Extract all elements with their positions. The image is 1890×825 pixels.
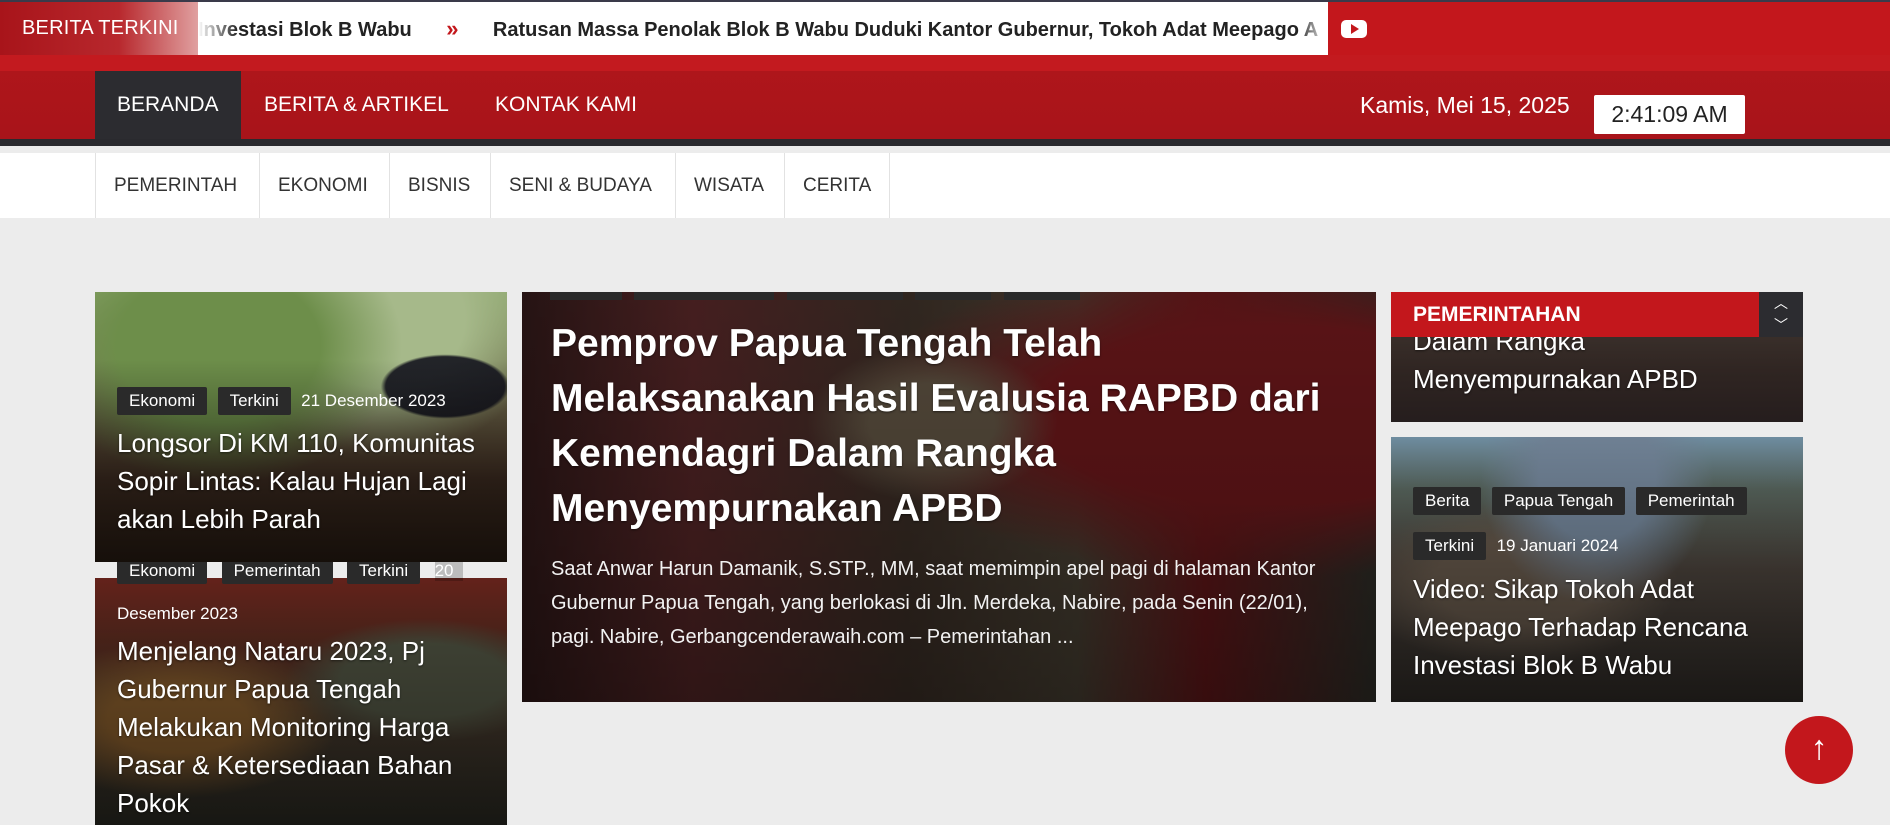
- featured-card[interactable]: Pemprov Papua Tengah Telah Melaksanakan …: [522, 292, 1376, 702]
- news-card[interactable]: Ekonomi Terkini 21 Desember 2023 Longsor…: [95, 292, 507, 562]
- category-tag[interactable]: [915, 292, 992, 300]
- category-tag[interactable]: [550, 292, 622, 300]
- featured-title[interactable]: Pemprov Papua Tengah Telah Melaksanakan …: [551, 316, 1341, 536]
- post-date: 19 Januari 2024: [1496, 536, 1619, 555]
- category-tag[interactable]: Berita: [1413, 487, 1482, 515]
- breaking-news-ticker: BERITA TERKINI Investasi Blok B Wabu » R…: [0, 0, 1890, 55]
- category-navigation: PEMERINTAH EKONOMI BISNIS SENI & BUDAYA …: [0, 153, 1890, 218]
- category-tag[interactable]: [786, 292, 903, 300]
- ticker-label: BERITA TERKINI: [0, 2, 198, 55]
- section-header: PEMERINTAHAN ︿ ﹀: [1391, 292, 1803, 337]
- card-title[interactable]: Menjelang Nataru 2023, Pj Gubernur Papua…: [117, 632, 497, 822]
- section-slider: PEMERINTAHAN ︿ ﹀ Dalam Rangka Menyempurn…: [1391, 292, 1803, 422]
- main-navigation: BERANDA BERITA & ARTIKEL KONTAK KAMI Kam…: [0, 55, 1890, 146]
- category-tag[interactable]: Terkini: [217, 387, 291, 415]
- ticker-fade: [198, 2, 238, 55]
- featured-tags: [550, 292, 1088, 305]
- news-card[interactable]: Ekonomi Pemerintah Terkini 20 Desember 2…: [95, 562, 507, 825]
- card-title[interactable]: Longsor Di KM 110, Komunitas Sopir Linta…: [117, 424, 497, 538]
- category-tag[interactable]: Terkini: [1413, 532, 1487, 560]
- youtube-button[interactable]: [1328, 2, 1380, 55]
- category-tag[interactable]: Ekonomi: [117, 562, 208, 584]
- post-date: 21 Desember 2023: [301, 391, 446, 410]
- featured-excerpt: Saat Anwar Harun Damanik, S.STP., MM, sa…: [551, 558, 1316, 648]
- category-tag[interactable]: [1003, 292, 1080, 300]
- category-tag[interactable]: Pemerintah: [221, 562, 333, 584]
- arrow-up-icon: ↑: [1810, 729, 1828, 767]
- category-tag[interactable]: Terkini: [346, 562, 421, 584]
- current-time: 2:41:09 AM: [1594, 95, 1745, 134]
- category-tag[interactable]: [634, 292, 775, 300]
- category-tag[interactable]: Papua Tengah: [1491, 487, 1626, 515]
- category-tag[interactable]: Pemerintah: [1635, 487, 1747, 515]
- chevron-down-icon[interactable]: ﹀: [1759, 314, 1803, 336]
- category-cerita[interactable]: CERITA: [784, 153, 891, 218]
- nav-item-kontak-kami[interactable]: KONTAK KAMI: [473, 71, 659, 139]
- ticker-fade: [1298, 2, 1328, 55]
- card-meta: Terkini 19 Januari 2024: [1413, 532, 1619, 560]
- ticker-track: Investasi Blok B Wabu » Ratusan Massa Pe…: [198, 2, 1328, 55]
- youtube-icon: [1341, 19, 1367, 38]
- current-date: Kamis, Mei 15, 2025: [1360, 92, 1570, 118]
- card-meta: Ekonomi Pemerintah Terkini 20: [117, 562, 463, 584]
- back-to-top-button[interactable]: ↑: [1785, 716, 1853, 784]
- card-meta: Berita Papua Tengah Pemerintah: [1413, 487, 1753, 515]
- nav-item-beranda[interactable]: BERANDA: [95, 71, 241, 139]
- section-title: PEMERINTAHAN: [1413, 303, 1581, 326]
- nav-top-strip: [0, 55, 1890, 71]
- news-card[interactable]: Berita Papua Tengah Pemerintah Terkini 1…: [1391, 437, 1803, 702]
- category-tag[interactable]: Ekonomi: [117, 387, 208, 415]
- ticker-item[interactable]: Ratusan Massa Penolak Blok B Wabu Duduki…: [493, 4, 1318, 55]
- nav-item-berita-artikel[interactable]: BERITA & ARTIKEL: [242, 71, 471, 139]
- post-date-start: 20: [434, 562, 463, 581]
- category-seni-budaya[interactable]: SENI & BUDAYA: [490, 153, 670, 218]
- category-wisata[interactable]: WISATA: [675, 153, 782, 218]
- category-pemerintah[interactable]: PEMERINTAH: [95, 153, 255, 218]
- card-meta: Ekonomi Terkini 21 Desember 2023: [117, 387, 446, 415]
- chevron-up-icon[interactable]: ︿: [1759, 292, 1803, 314]
- slider-controls: ︿ ﹀: [1759, 292, 1803, 337]
- card-title[interactable]: Video: Sikap Tokoh Adat Meepago Terhadap…: [1413, 570, 1793, 684]
- post-date: Desember 2023: [117, 604, 238, 623]
- ticker-separator: »: [446, 16, 459, 41]
- category-bisnis[interactable]: BISNIS: [389, 153, 488, 218]
- category-ekonomi[interactable]: EKONOMI: [259, 153, 386, 218]
